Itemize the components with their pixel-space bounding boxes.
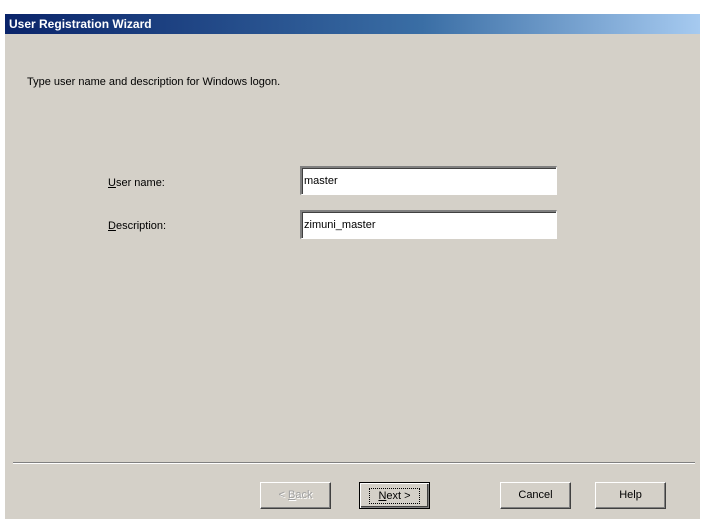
username-label: User name: bbox=[108, 177, 165, 189]
cancel-button[interactable]: Cancel bbox=[500, 482, 571, 509]
description-label: Description: bbox=[108, 220, 166, 232]
help-button[interactable]: Help bbox=[595, 482, 666, 509]
next-button-label: ext > bbox=[386, 490, 411, 502]
description-input[interactable] bbox=[300, 210, 557, 239]
window-title: User Registration Wizard bbox=[9, 17, 152, 31]
window-titlebar[interactable]: User Registration Wizard bbox=[5, 14, 700, 34]
wizard-window: User Registration Wizard Type user name … bbox=[5, 14, 700, 519]
description-label-mnemonic: D bbox=[108, 220, 116, 232]
username-label-mnemonic: U bbox=[108, 177, 116, 189]
button-separator bbox=[13, 462, 695, 464]
back-button-label: ack bbox=[295, 489, 313, 501]
back-button[interactable]: < Back bbox=[260, 482, 331, 509]
back-button-prefix: < bbox=[278, 489, 288, 501]
username-input[interactable] bbox=[300, 166, 557, 195]
next-button[interactable]: Next > bbox=[359, 482, 430, 509]
instruction-text: Type user name and description for Windo… bbox=[27, 76, 281, 88]
description-label-text: escription: bbox=[115, 220, 167, 232]
next-button-focus: Next > bbox=[369, 488, 420, 504]
username-label-text: ser name: bbox=[115, 177, 165, 189]
